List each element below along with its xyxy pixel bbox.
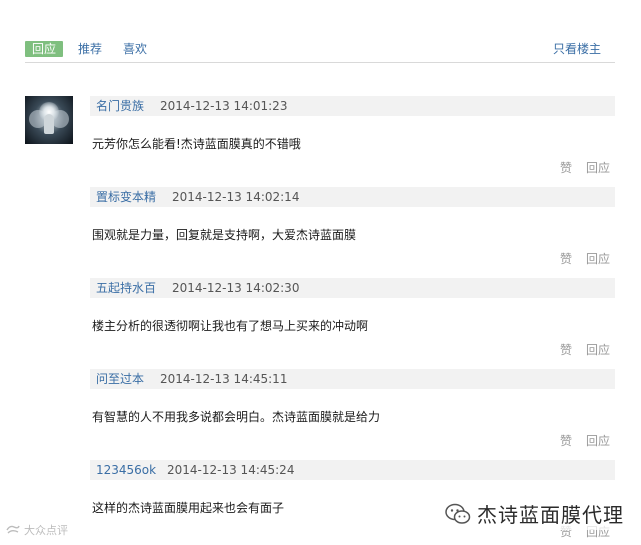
- comment-header: 五起持水百 2014-12-13 14:02:30: [90, 278, 615, 298]
- reply-button[interactable]: 回应: [586, 343, 610, 357]
- reply-button[interactable]: 回应: [586, 252, 610, 266]
- comment-header: 123456ok 2014-12-13 14:45:24: [90, 460, 615, 480]
- watermark-dianping: 大众点评: [6, 522, 68, 538]
- tab-like[interactable]: 喜欢: [123, 41, 147, 57]
- reply-button[interactable]: 回应: [586, 161, 610, 175]
- avatar[interactable]: [25, 96, 73, 144]
- reply-button[interactable]: 回应: [586, 434, 610, 448]
- comment-actions: 赞回应: [560, 251, 610, 267]
- comment-time: 2014-12-13 14:45:24: [167, 463, 295, 477]
- comment-author[interactable]: 名门贵族: [96, 98, 144, 114]
- comment-header: 置标变本精 2014-12-13 14:02:14: [90, 187, 615, 207]
- comment-author[interactable]: 五起持水百: [96, 280, 156, 296]
- comment-time: 2014-12-13 14:02:14: [172, 190, 300, 204]
- comment-actions: 赞回应: [560, 160, 610, 176]
- watermark-left-text: 大众点评: [24, 524, 68, 537]
- wechat-logo-icon: [445, 503, 471, 524]
- comment-header: 名门贵族 2014-12-13 14:01:23: [90, 96, 615, 116]
- view-owner-only-link[interactable]: 只看楼主: [553, 41, 601, 57]
- tab-recommend[interactable]: 推荐: [78, 41, 102, 57]
- comment-actions: 赞回应: [560, 342, 610, 358]
- comment-author[interactable]: 123456ok: [96, 462, 156, 478]
- like-button[interactable]: 赞: [560, 343, 572, 357]
- comment-text: 围观就是力量，回复就是支持啊，大爱杰诗蓝面膜: [92, 228, 357, 242]
- tab-reply[interactable]: 回应: [25, 41, 64, 57]
- like-button[interactable]: 赞: [560, 434, 572, 448]
- comment-time: 2014-12-13 14:45:11: [160, 372, 288, 386]
- watermark-right-text: 杰诗蓝面膜代理: [477, 503, 624, 527]
- comment-text: 有智慧的人不用我多说都会明白。杰诗蓝面膜就是给力: [92, 410, 381, 424]
- watermark-wechat: 杰诗蓝面膜代理: [441, 497, 628, 530]
- comment-time: 2014-12-13 14:01:23: [160, 99, 288, 113]
- comment-author[interactable]: 问至过本: [96, 371, 144, 387]
- comment-text: 元芳你怎么能看!杰诗蓝面膜真的不错哦: [92, 137, 301, 151]
- comment-author[interactable]: 置标变本精: [96, 189, 156, 205]
- comment-header: 问至过本 2014-12-13 14:45:11: [90, 369, 615, 389]
- comment-text: 楼主分析的很透彻啊让我也有了想马上买来的冲动啊: [92, 319, 369, 333]
- comment-text: 这样的杰诗蓝面膜用起来也会有面子: [92, 501, 285, 515]
- avatar-image-part: [44, 114, 54, 134]
- like-button[interactable]: 赞: [560, 252, 572, 266]
- comment-actions: 赞回应: [560, 433, 610, 449]
- dianping-logo-icon: [6, 525, 20, 534]
- comment-tab-bar: 回应 推荐 喜欢 只看楼主: [25, 36, 615, 63]
- comment-time: 2014-12-13 14:02:30: [172, 281, 300, 295]
- like-button[interactable]: 赞: [560, 161, 572, 175]
